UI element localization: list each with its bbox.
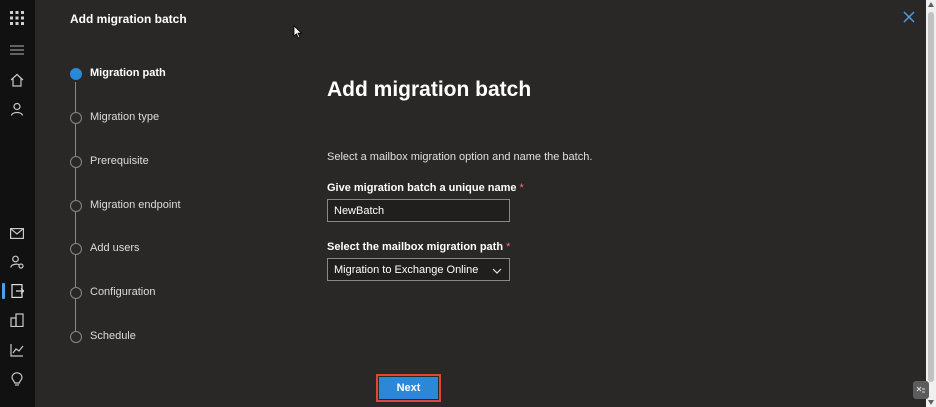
- migration-path-label: Select the mailbox migration path *: [327, 241, 510, 253]
- step-indicator: [70, 156, 82, 168]
- close-icon[interactable]: [901, 9, 917, 25]
- app-launcher-icon[interactable]: [8, 9, 26, 27]
- batch-name-input[interactable]: [327, 199, 510, 222]
- step-label: Migration type: [90, 111, 160, 123]
- step-indicator: [70, 243, 82, 255]
- step-indicator: [70, 200, 82, 212]
- step-indicator: [70, 331, 82, 343]
- mouse-cursor-icon: [293, 25, 303, 44]
- buildings-icon[interactable]: [8, 311, 26, 329]
- step-migration-type[interactable]: Migration type: [68, 110, 328, 130]
- home-icon[interactable]: [8, 71, 26, 89]
- mail-icon[interactable]: [8, 224, 26, 242]
- step-label: Schedule: [90, 330, 136, 342]
- step-label: Migration path: [90, 67, 166, 79]
- migration-path-selected: Migration to Exchange Online: [334, 264, 479, 276]
- migration-path-dropdown[interactable]: Migration to Exchange Online: [327, 258, 510, 281]
- step-configuration[interactable]: Configuration: [68, 285, 328, 305]
- step-indicator: [70, 287, 82, 299]
- batch-name-label-text: Give migration batch a unique name: [327, 182, 517, 194]
- scroll-up-icon[interactable]: [928, 2, 934, 7]
- step-prerequisite[interactable]: Prerequisite: [68, 154, 328, 174]
- scrollbar-thumb[interactable]: [928, 12, 934, 382]
- left-nav-rail: [0, 0, 35, 407]
- form-content: Add migration batch: [327, 78, 531, 102]
- step-migration-endpoint[interactable]: Migration endpoint: [68, 198, 328, 218]
- step-label: Prerequisite: [90, 155, 149, 167]
- feedback-icon[interactable]: [913, 381, 929, 399]
- chart-icon[interactable]: [8, 341, 26, 359]
- batch-name-label: Give migration batch a unique name *: [327, 182, 524, 194]
- migration-path-label-text: Select the mailbox migration path: [327, 241, 504, 253]
- required-marker: *: [506, 241, 511, 253]
- step-label: Add users: [90, 242, 140, 254]
- vertical-scrollbar[interactable]: [926, 0, 936, 407]
- step-indicator: [70, 68, 82, 80]
- page-title: Add migration batch: [327, 78, 532, 101]
- step-migration-path[interactable]: Migration path: [68, 66, 328, 86]
- step-label: Migration endpoint: [90, 199, 181, 211]
- migration-icon[interactable]: [8, 282, 26, 300]
- next-button-highlight: Next: [376, 374, 441, 402]
- next-button[interactable]: Next: [379, 377, 438, 399]
- user-icon[interactable]: [8, 100, 26, 118]
- step-add-users[interactable]: Add users: [68, 241, 328, 261]
- lightbulb-icon[interactable]: [8, 370, 26, 388]
- step-label: Configuration: [90, 286, 156, 298]
- required-marker: *: [519, 182, 524, 194]
- page-description: Select a mailbox migration option and na…: [327, 151, 593, 163]
- user-settings-icon[interactable]: [8, 253, 26, 271]
- panel-header: Add migration batch: [70, 12, 187, 26]
- step-schedule[interactable]: Schedule: [68, 329, 328, 349]
- scroll-down-icon[interactable]: [928, 400, 934, 405]
- hamburger-menu-icon[interactable]: [8, 41, 26, 59]
- step-indicator: [70, 112, 82, 124]
- chevron-down-icon: [492, 265, 502, 277]
- active-indicator: [2, 283, 5, 299]
